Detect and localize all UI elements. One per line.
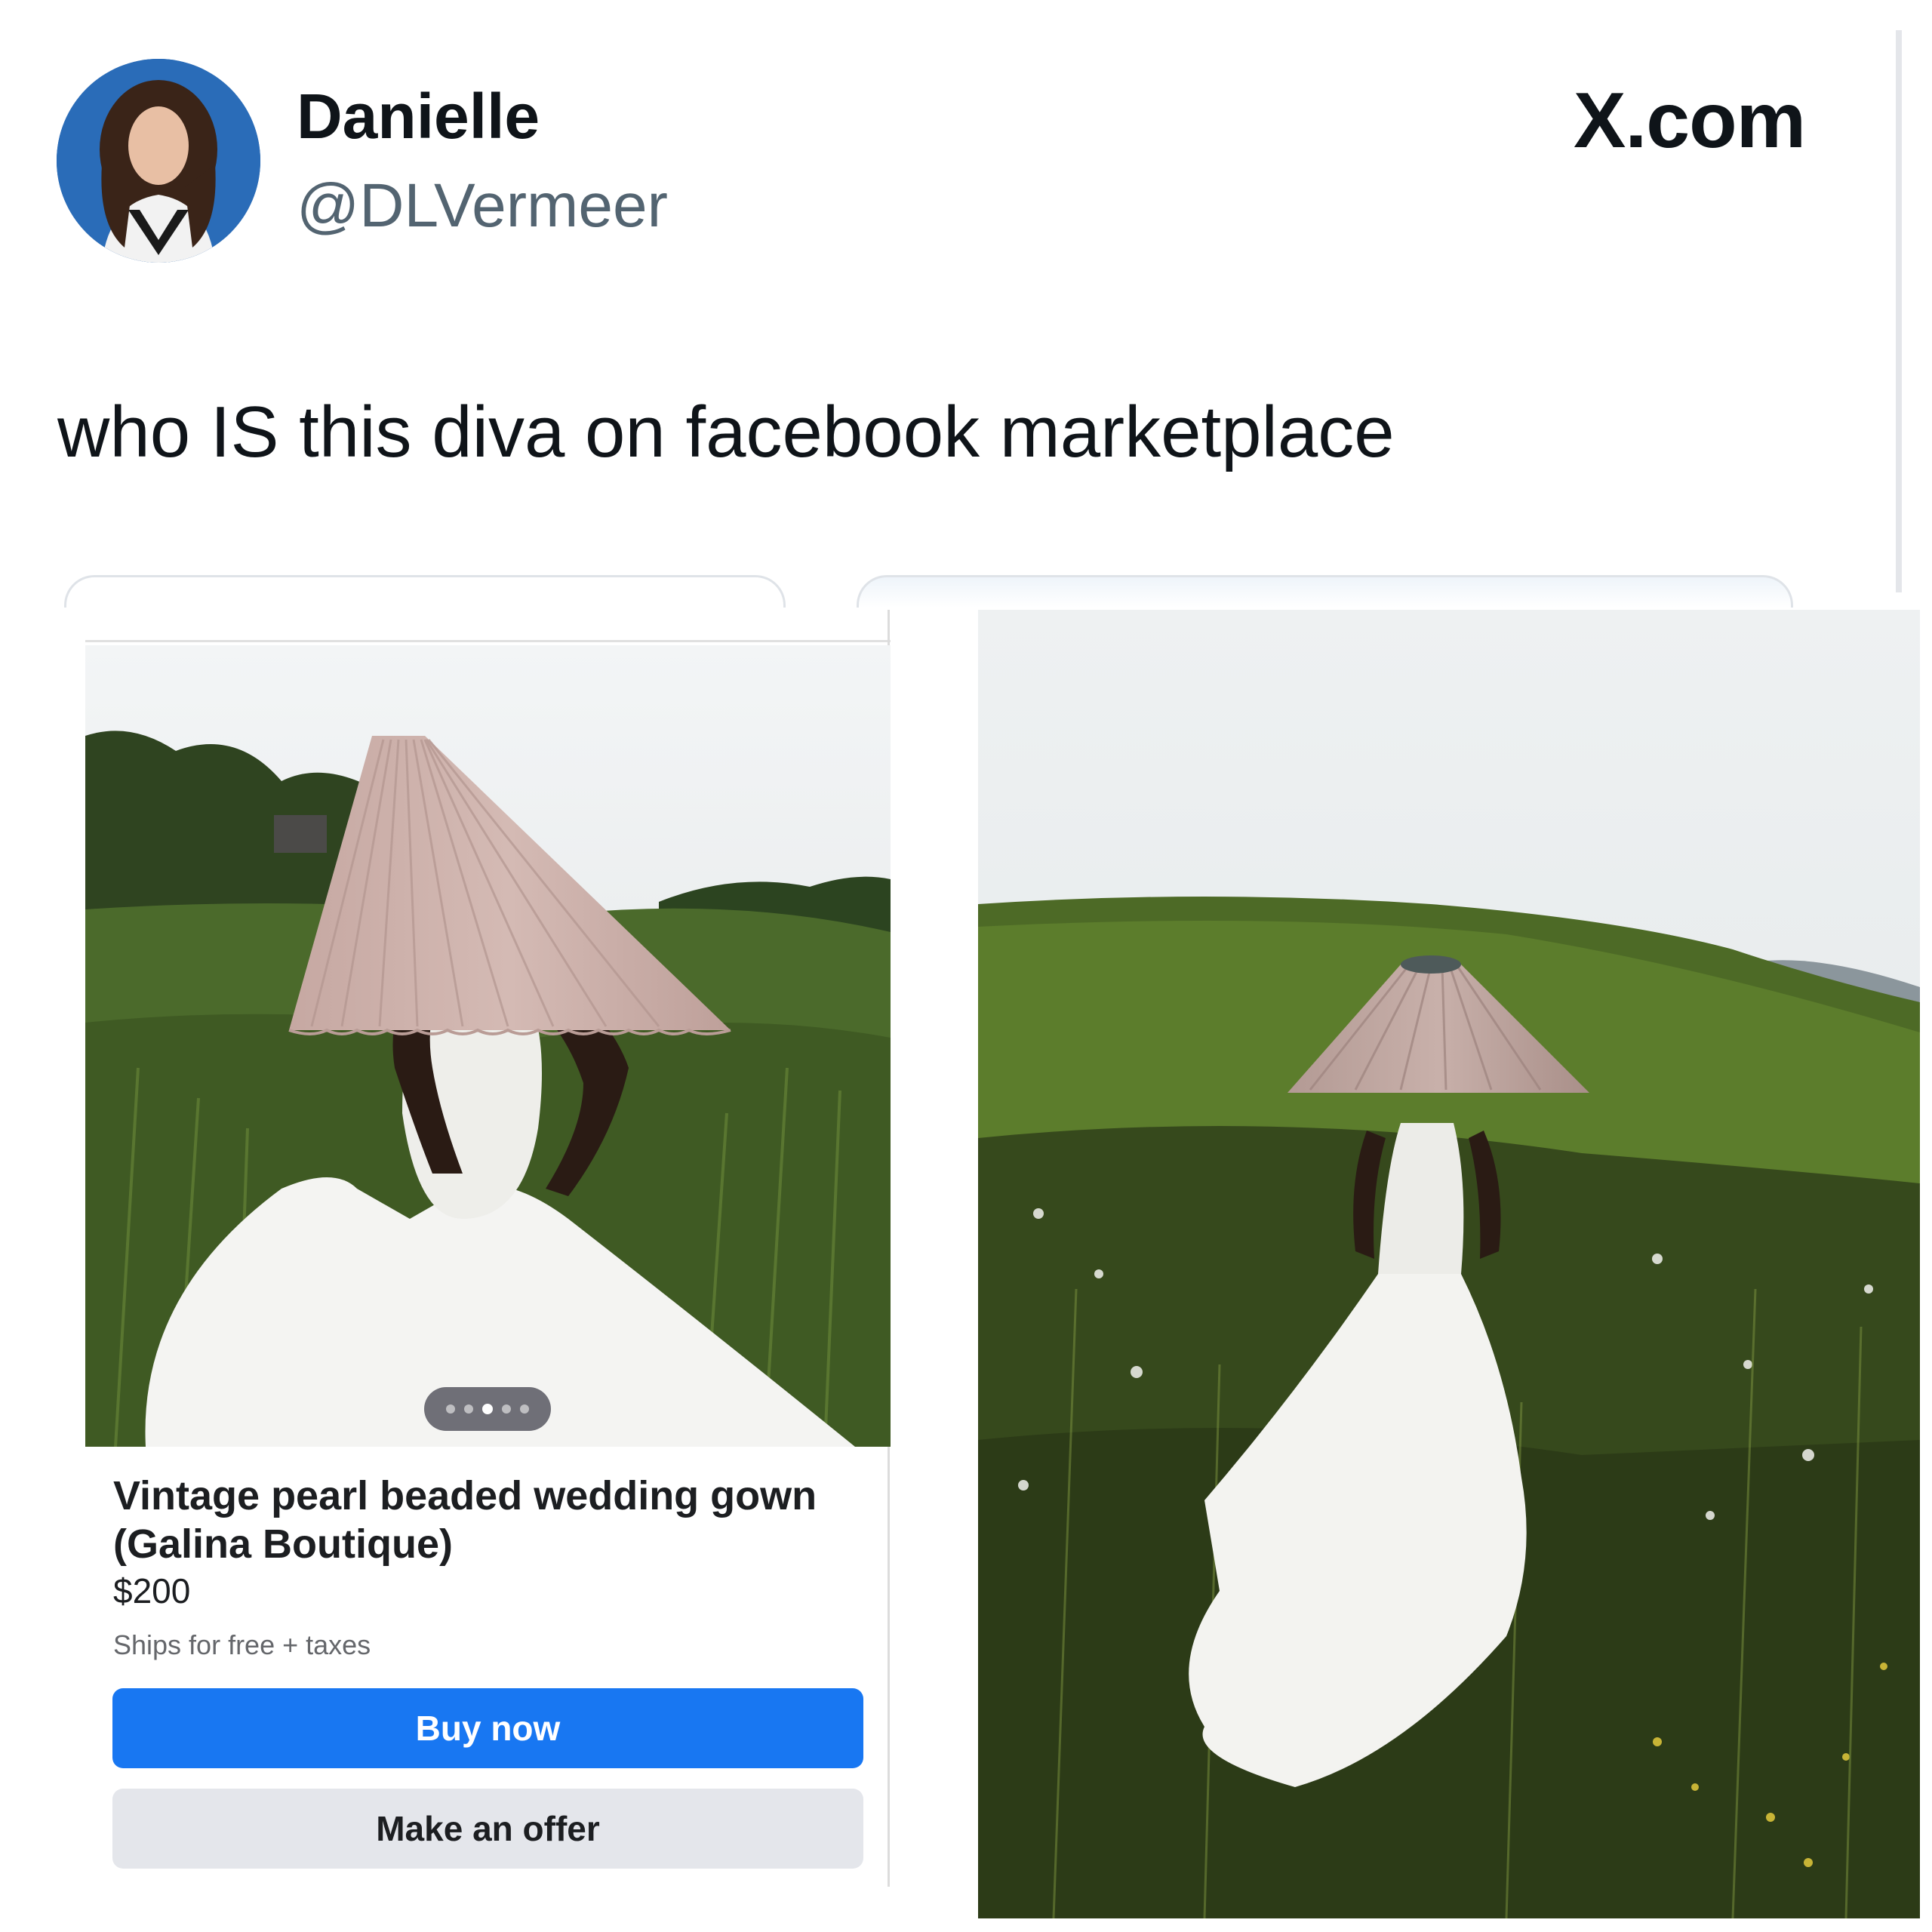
divider [1896,30,1902,592]
user-handle[interactable]: @DLVermeer [297,175,668,237]
make-offer-button[interactable]: Make an offer [112,1789,863,1869]
pager-dots[interactable] [424,1387,551,1431]
shipping-info: Ships for free + taxes [113,1629,371,1660]
listing-photo-image [85,645,891,1447]
field-photo-image [978,610,1920,1918]
pager-dot[interactable] [446,1404,455,1414]
listing-photo[interactable] [85,645,891,1447]
listing-title: Vintage pearl beaded wedding gown (Galin… [113,1473,817,1567]
media-card-edge [857,575,1793,608]
pager-dot[interactable] [464,1404,473,1414]
display-name[interactable]: Danielle [297,85,540,148]
pager-dot-active[interactable] [482,1404,493,1414]
x-logo: X.com [1574,77,1806,165]
tweet-text: who IS this diva on facebook marketplace [57,392,1395,472]
field-photo [978,610,1920,1918]
media-card-edge [64,575,786,608]
divider [85,640,891,642]
pager-dot[interactable] [520,1404,529,1414]
listing-price: $200 [113,1571,191,1611]
pager-dot[interactable] [502,1404,511,1414]
avatar[interactable] [57,59,260,263]
buy-now-button[interactable]: Buy now [112,1688,863,1768]
avatar-portrait-image [57,59,260,263]
